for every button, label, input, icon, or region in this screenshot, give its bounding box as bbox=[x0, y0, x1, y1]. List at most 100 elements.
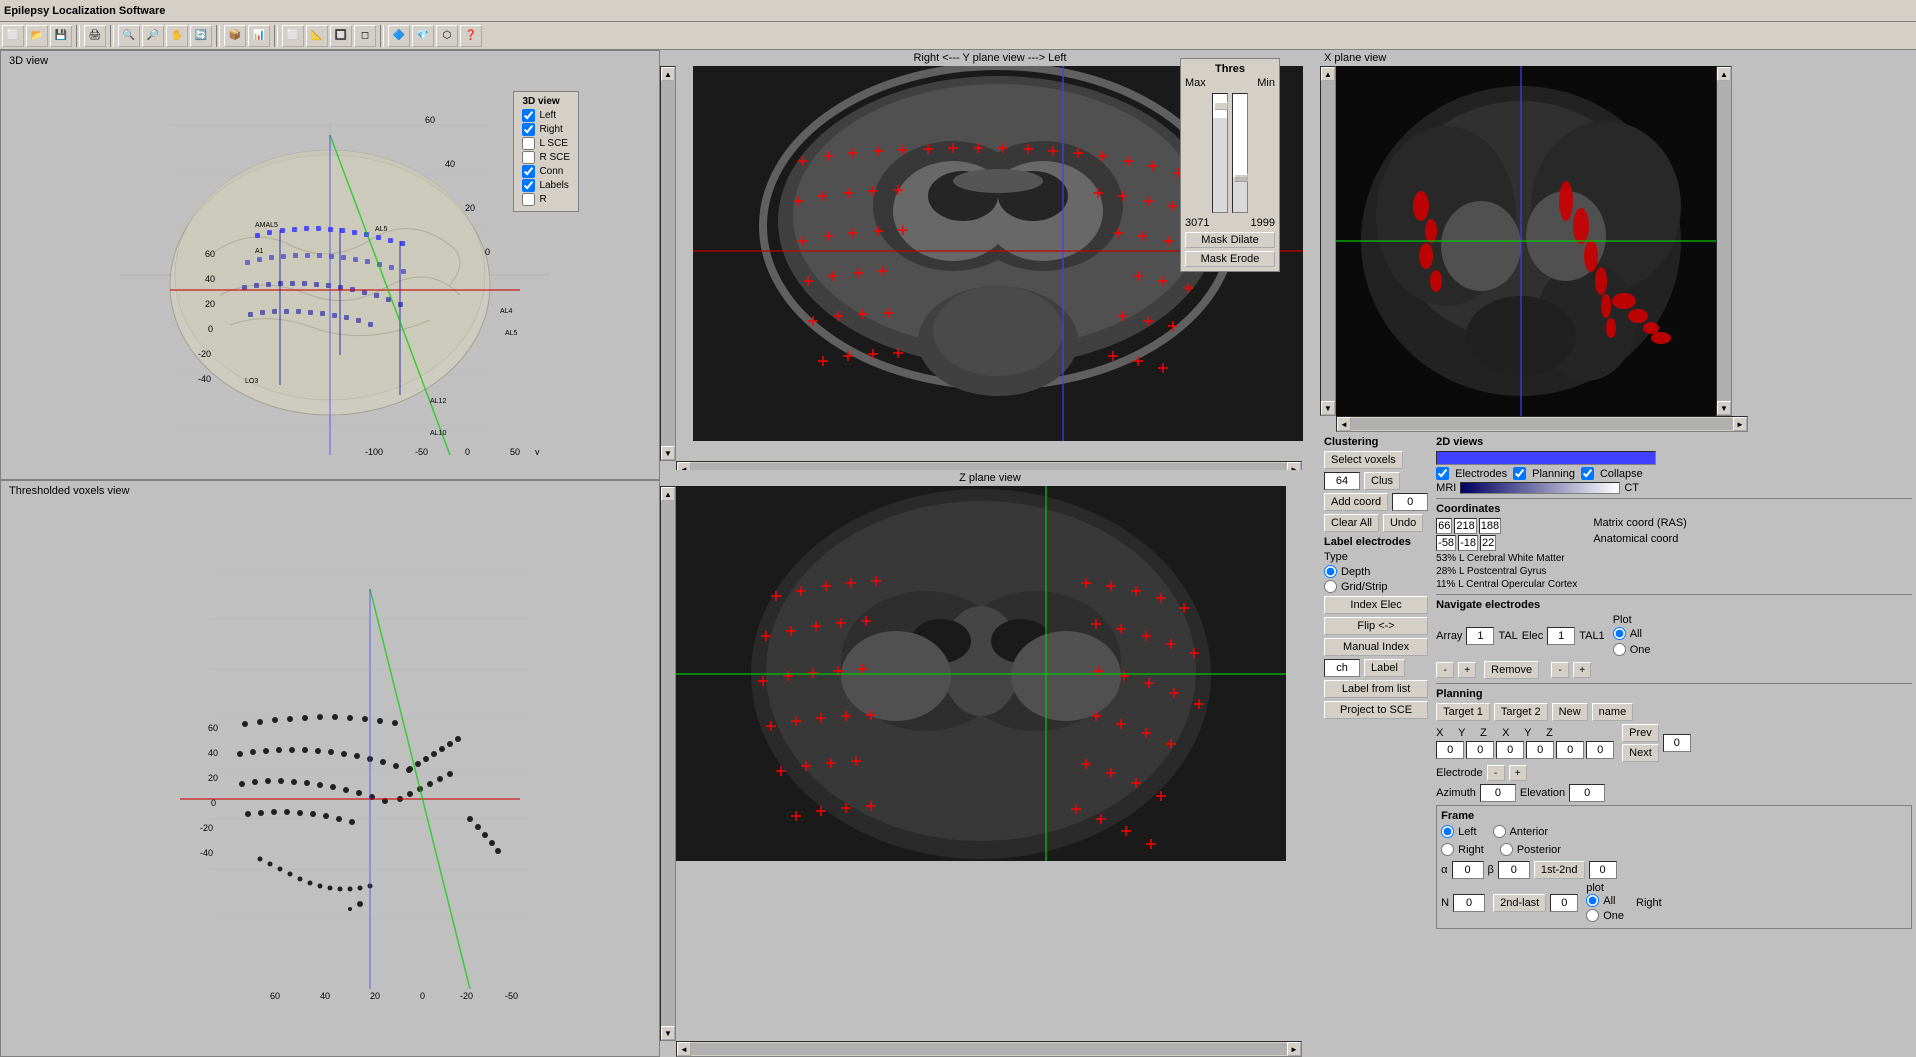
x-plane-vscroll[interactable]: ▲ ▼ bbox=[1320, 66, 1336, 416]
legend-chk-rsce[interactable] bbox=[522, 151, 535, 164]
toolbar-btn-help[interactable]: ❓ bbox=[460, 25, 482, 47]
frame-plot-all-radio[interactable] bbox=[1586, 894, 1599, 907]
elec-minus[interactable]: - bbox=[1487, 765, 1505, 781]
z-plane-hscroll-right[interactable]: ► bbox=[1287, 1042, 1301, 1056]
legend-chk-lsce[interactable] bbox=[522, 137, 535, 150]
toolbar-btn-save[interactable]: 💾 bbox=[50, 25, 72, 47]
input-array[interactable] bbox=[1466, 627, 1494, 645]
btn-add-coord[interactable]: Add coord bbox=[1324, 493, 1388, 511]
nav-minus[interactable]: - bbox=[1436, 662, 1454, 678]
btn-target2[interactable]: Target 2 bbox=[1494, 703, 1548, 721]
z-plane-scroll-up[interactable]: ▲ bbox=[661, 487, 675, 501]
toolbar-btn-rotate[interactable]: 🔄 bbox=[190, 25, 212, 47]
btn-remove[interactable]: Remove bbox=[1484, 661, 1539, 679]
input-azimuth[interactable] bbox=[1480, 784, 1516, 802]
btn-name[interactable]: name bbox=[1592, 703, 1634, 721]
toolbar-btn-print[interactable]: 🖨 bbox=[84, 25, 106, 47]
toolbar-btn-diamond[interactable]: 🔷 bbox=[388, 25, 410, 47]
x-plane-scroll-right-down[interactable]: ▼ bbox=[1717, 401, 1731, 415]
input-alpha[interactable] bbox=[1452, 861, 1484, 879]
z-plane-vscroll[interactable]: ▲ ▼ bbox=[660, 486, 676, 1041]
x-plane-hscroll-left[interactable]: ◄ bbox=[1337, 417, 1351, 431]
btn-label2[interactable]: Label bbox=[1364, 659, 1405, 677]
legend-chk-conn[interactable] bbox=[522, 165, 535, 178]
radio-depth[interactable] bbox=[1324, 565, 1337, 578]
z-plane-hscroll[interactable]: ◄ ► bbox=[676, 1041, 1302, 1057]
input-cluster-num[interactable] bbox=[1324, 472, 1360, 490]
legend-chk-r[interactable] bbox=[522, 193, 535, 206]
toolbar-btn-zoom-out[interactable]: 🔎 bbox=[142, 25, 164, 47]
nav-radio-all-input[interactable] bbox=[1613, 627, 1626, 640]
nav-minus2[interactable]: - bbox=[1551, 662, 1569, 678]
input-beta[interactable] bbox=[1498, 861, 1530, 879]
btn-mask-erode[interactable]: Mask Erode bbox=[1185, 251, 1275, 267]
x-plane-vscroll-right[interactable]: ▲ ▼ bbox=[1716, 66, 1732, 416]
thres-slider-max[interactable] bbox=[1212, 93, 1228, 213]
nav-plus2[interactable]: + bbox=[1573, 662, 1591, 678]
toolbar-btn-box[interactable]: ◻ bbox=[354, 25, 376, 47]
z-plane-hscroll-left[interactable]: ◄ bbox=[677, 1042, 691, 1056]
btn-clus[interactable]: Clus bbox=[1364, 472, 1400, 490]
y-plane-scroll-down[interactable]: ▼ bbox=[661, 446, 675, 460]
legend-chk-labels[interactable] bbox=[522, 179, 535, 192]
toolbar-btn-grid[interactable]: 🔲 bbox=[330, 25, 352, 47]
y-plane-vscroll[interactable]: ▲ ▼ bbox=[660, 66, 676, 461]
planning-count[interactable] bbox=[1663, 734, 1691, 752]
thresh-3d-view[interactable]: 60 40 20 0 -20 -40 60 40 20 0 -20 -50 bbox=[1, 481, 659, 1056]
x-plane-scroll-down[interactable]: ▼ bbox=[1321, 401, 1335, 415]
input-elevation[interactable] bbox=[1569, 784, 1605, 802]
frame-posterior-radio[interactable] bbox=[1500, 843, 1513, 856]
input-n[interactable] bbox=[1453, 894, 1485, 912]
thres-thumb-max[interactable] bbox=[1214, 102, 1228, 110]
legend-chk-right[interactable] bbox=[522, 123, 535, 136]
chk-collapse[interactable] bbox=[1581, 467, 1594, 480]
x-plane-hscroll-right[interactable]: ► bbox=[1733, 417, 1747, 431]
x-plane-mri[interactable] bbox=[1336, 66, 1716, 416]
toolbar-btn-rect[interactable]: ⬜ bbox=[282, 25, 304, 47]
x-plane-scroll-right-up[interactable]: ▲ bbox=[1717, 67, 1731, 81]
btn-1st2nd[interactable]: 1st-2nd bbox=[1534, 861, 1585, 879]
chk-planning[interactable] bbox=[1513, 467, 1526, 480]
input-1st2nd[interactable] bbox=[1589, 861, 1617, 879]
frame-anterior-radio[interactable] bbox=[1493, 825, 1506, 838]
radio-grid[interactable] bbox=[1324, 580, 1337, 593]
btn-label-from-list[interactable]: Label from list bbox=[1324, 680, 1428, 698]
btn-undo[interactable]: Undo bbox=[1383, 514, 1423, 532]
y-plane-scroll-up[interactable]: ▲ bbox=[661, 67, 675, 81]
toolbar-btn-zoom-in[interactable]: 🔍 bbox=[118, 25, 140, 47]
legend-chk-left[interactable] bbox=[522, 109, 535, 122]
nav-plus[interactable]: + bbox=[1458, 662, 1476, 678]
frame-right-radio[interactable] bbox=[1441, 843, 1454, 856]
frame-plot-one-radio[interactable] bbox=[1586, 909, 1599, 922]
nav-radio-one-input[interactable] bbox=[1613, 643, 1626, 656]
z-plane-mri[interactable] bbox=[676, 486, 1286, 861]
btn-prev[interactable]: Prev bbox=[1622, 724, 1659, 742]
planning-z1[interactable] bbox=[1496, 741, 1524, 759]
x-plane-scroll-up[interactable]: ▲ bbox=[1321, 67, 1335, 81]
x-plane-hscroll[interactable]: ◄ ► bbox=[1336, 416, 1748, 432]
btn-mask-dilate[interactable]: Mask Dilate bbox=[1185, 232, 1275, 248]
frame-left-radio[interactable] bbox=[1441, 825, 1454, 838]
planning-y1[interactable] bbox=[1466, 741, 1494, 759]
chk-electrodes[interactable] bbox=[1436, 467, 1449, 480]
btn-clear-all[interactable]: Clear All bbox=[1324, 514, 1379, 532]
btn-target1[interactable]: Target 1 bbox=[1436, 703, 1490, 721]
btn-2ndlast[interactable]: 2nd-last bbox=[1493, 894, 1546, 912]
toolbar-btn-measure[interactable]: 📐 bbox=[306, 25, 328, 47]
input-ch[interactable] bbox=[1324, 659, 1360, 677]
toolbar-btn-chart[interactable]: 📊 bbox=[248, 25, 270, 47]
btn-index-elec[interactable]: Index Elec bbox=[1324, 596, 1428, 614]
toolbar-btn-pan[interactable]: ✋ bbox=[166, 25, 188, 47]
btn-flip[interactable]: Flip <-> bbox=[1324, 617, 1428, 635]
input-coord-val[interactable] bbox=[1392, 493, 1428, 511]
z-plane-scroll-down[interactable]: ▼ bbox=[661, 1026, 675, 1040]
btn-project-sce[interactable]: Project to SCE bbox=[1324, 701, 1428, 719]
btn-next[interactable]: Next bbox=[1622, 744, 1659, 762]
toolbar-btn-3d[interactable]: 📦 bbox=[224, 25, 246, 47]
elec-plus[interactable]: + bbox=[1509, 765, 1527, 781]
btn-manual-index[interactable]: Manual Index bbox=[1324, 638, 1428, 656]
input-elec[interactable] bbox=[1547, 627, 1575, 645]
btn-new[interactable]: New bbox=[1552, 703, 1588, 721]
btn-select-voxels[interactable]: Select voxels bbox=[1324, 451, 1403, 469]
toolbar-btn-hex[interactable]: ⬡ bbox=[436, 25, 458, 47]
